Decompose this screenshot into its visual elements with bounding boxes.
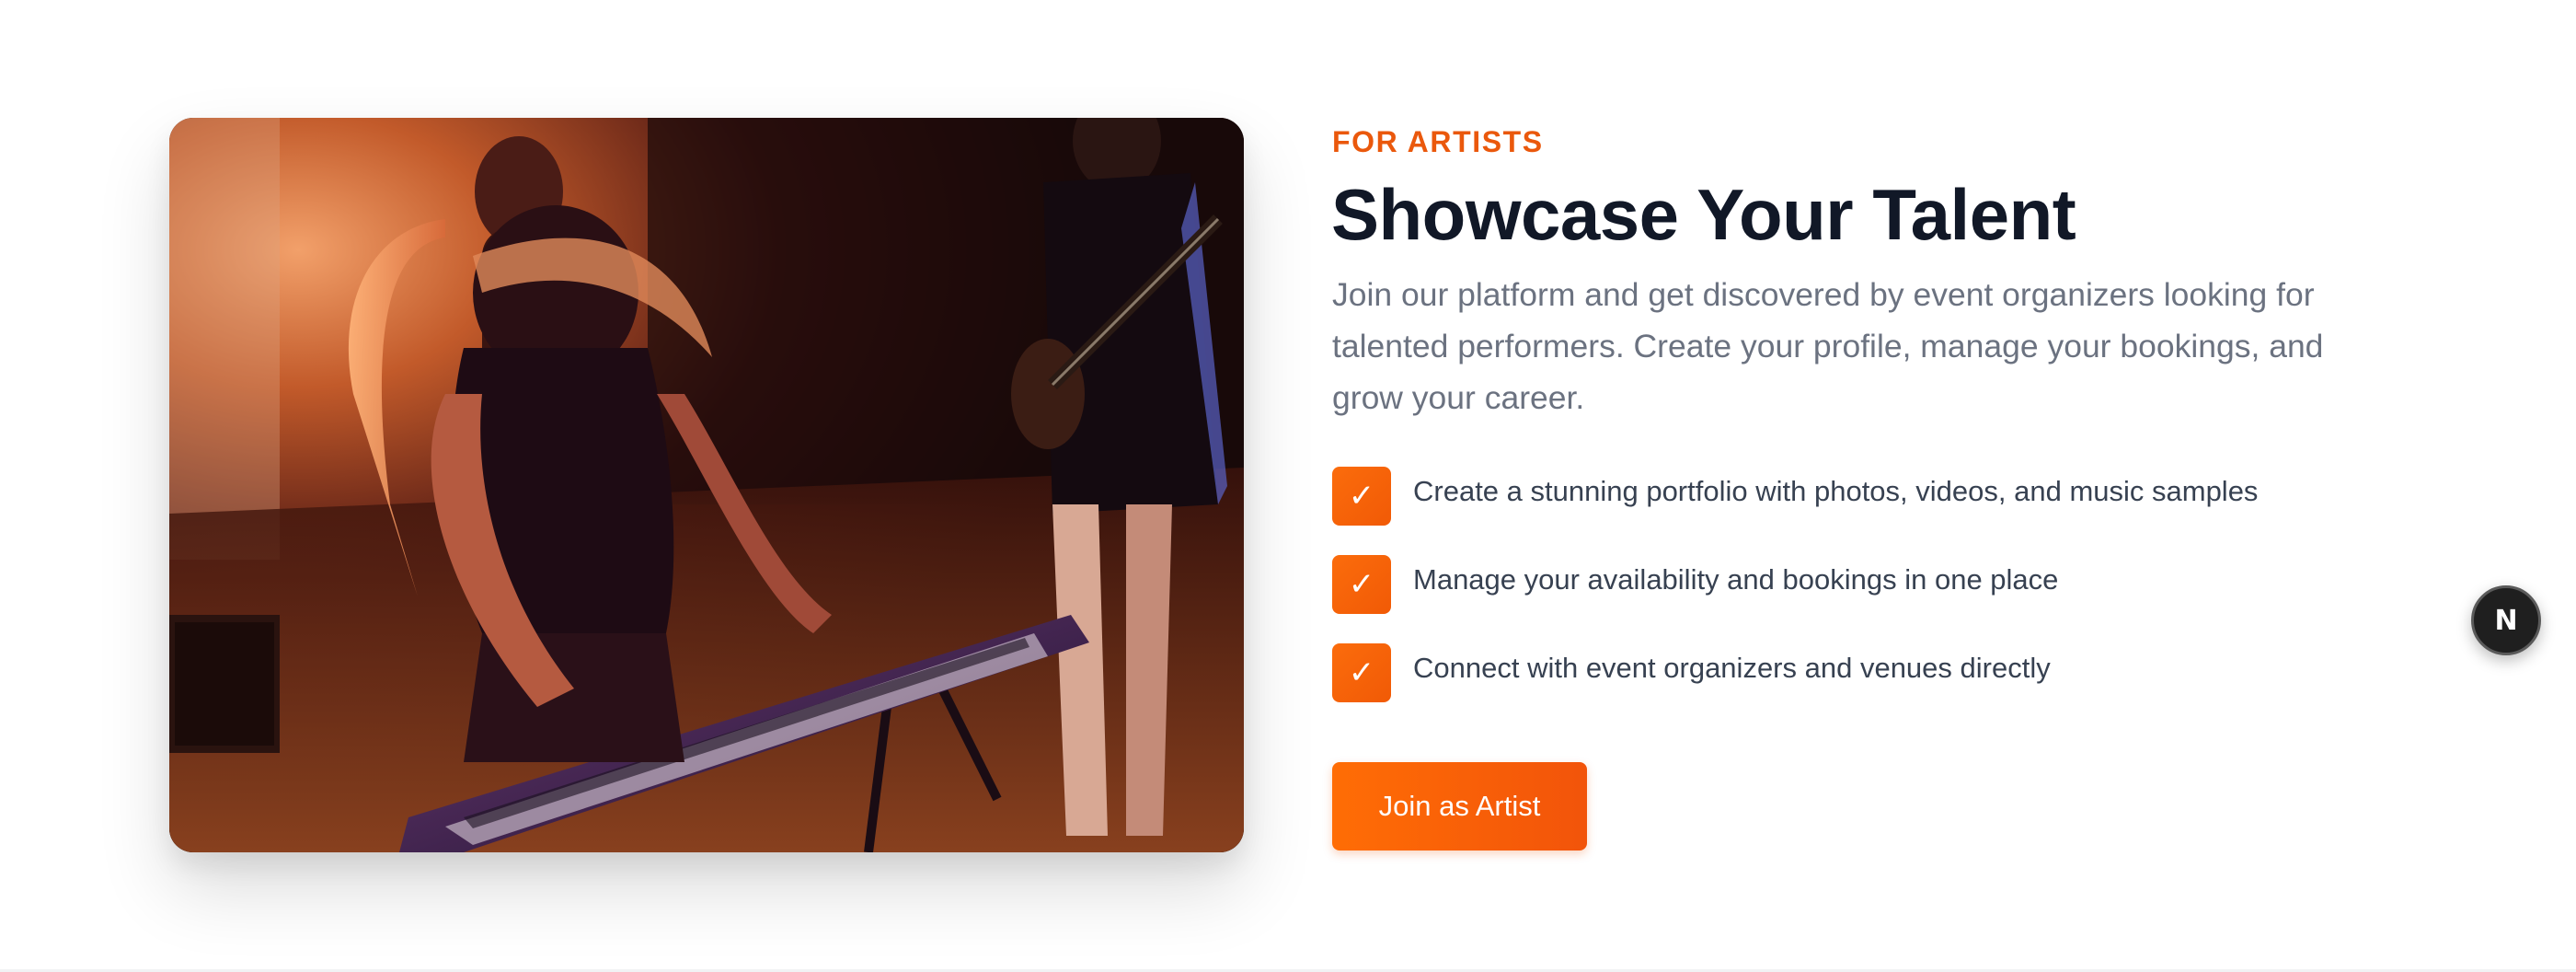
nextjs-logo-icon[interactable]: N (2471, 585, 2541, 655)
feature-item: ✓ Create a stunning portfolio with photo… (1332, 467, 2258, 526)
feature-text: Create a stunning portfolio with photos,… (1413, 475, 2259, 507)
section-description: Join our platform and get discovered by … (1332, 276, 2324, 416)
join-as-artist-button[interactable]: Join as Artist (1332, 762, 1587, 850)
check-icon: ✓ (1332, 555, 1391, 614)
feature-text: Connect with event organizers and venues… (1413, 652, 2051, 684)
check-icon: ✓ (1332, 467, 1391, 526)
feature-text: Manage your availability and bookings in… (1413, 563, 2059, 596)
section-title: Showcase Your Talent (1331, 174, 2076, 255)
feature-item: ✓ Manage your availability and bookings … (1332, 555, 2258, 614)
feature-list: ✓ Create a stunning portfolio with photo… (1332, 467, 2258, 732)
section-eyebrow: FOR ARTISTS (1332, 125, 1544, 158)
artist-performance-image (169, 118, 1244, 852)
feature-item: ✓ Connect with event organizers and venu… (1332, 643, 2258, 702)
check-icon: ✓ (1332, 643, 1391, 702)
artists-section: FOR ARTISTS Showcase Your Talent Join ou… (0, 0, 2576, 972)
